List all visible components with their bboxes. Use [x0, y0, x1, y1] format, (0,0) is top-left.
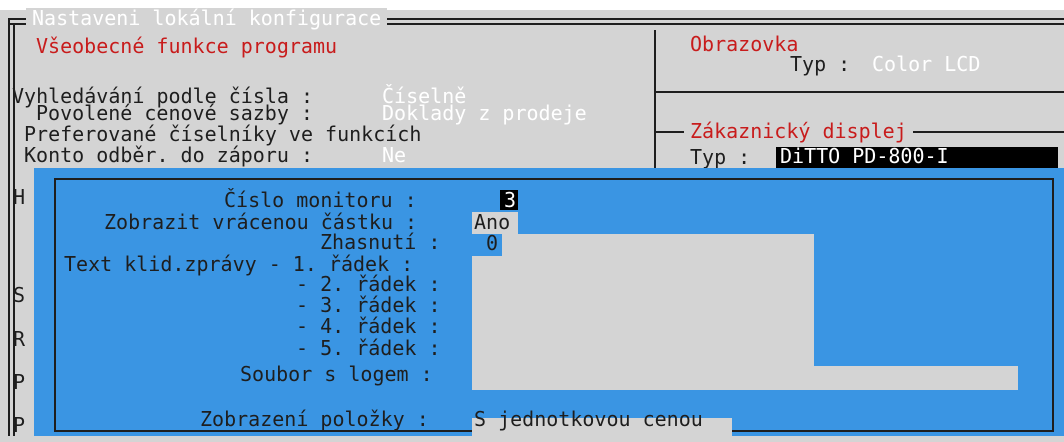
blank-field[interactable] [502, 234, 814, 256]
screen-type-label: Typ : [790, 52, 851, 76]
hidden-field-letter: H [13, 185, 26, 209]
monitor-value[interactable]: 3 [500, 190, 519, 210]
monitor-label: Číslo monitoru : [224, 188, 417, 212]
idle-line2-label: - 2. řádek : [296, 272, 441, 296]
screen-heading: Obrazovka [690, 32, 799, 56]
idle-line4-label: - 4. řádek : [296, 314, 441, 338]
hidden-field-letter: S [13, 283, 26, 307]
preferred-dials-label[interactable]: Preferované číselníky ve funkcích [24, 124, 421, 144]
window-title: Nastaveni lokální konfigurace [26, 8, 388, 28]
logo-label: Soubor s logem : [240, 362, 433, 386]
hidden-field-letter: P [13, 370, 26, 394]
item-label: Zobrazení položky : [200, 407, 429, 431]
idle-line3-label: - 3. řádek : [296, 293, 441, 317]
price-value[interactable]: Doklady z prodeje [382, 103, 587, 123]
customer-display-type-value[interactable]: DiTTO PD-800-I [780, 146, 949, 166]
customer-display-dialog: Číslo monitoru : 3 Zobrazit vrácenou čás… [34, 168, 1064, 442]
customer-display-type-label: Typ : [690, 145, 751, 169]
price-label: Povolené cenové sazby : [36, 101, 313, 125]
change-label: Zobrazit vrácenou částku : [104, 210, 418, 234]
account-value[interactable]: Ne [382, 145, 406, 165]
screen-type-value[interactable]: Color LCD [872, 54, 980, 74]
outer-frame-left [8, 18, 10, 436]
account-label: Konto odběr. do záporu : [24, 143, 313, 167]
item-value[interactable]: S jednotkovou cenou [474, 409, 703, 429]
screen-bottom-line [654, 91, 1064, 93]
logo-file-field[interactable] [472, 366, 1018, 390]
idle-line1-label: Text klid.zprávy - 1. řádek : [64, 252, 414, 276]
idle-text-field[interactable] [472, 256, 814, 366]
customer-display-heading: Zákaznický displej [684, 121, 913, 141]
idle-line5-label: - 5. řádek : [296, 336, 441, 360]
hidden-field-letter: R [13, 327, 26, 351]
hidden-field-letter: P [13, 413, 26, 437]
section-divider [654, 30, 656, 170]
blank-value[interactable]: 0 [486, 233, 498, 253]
change-value[interactable]: Ano [474, 212, 510, 232]
blank-label: Zhasnutí : [320, 230, 441, 254]
general-heading: Všeobecné funkce programu [36, 34, 338, 58]
